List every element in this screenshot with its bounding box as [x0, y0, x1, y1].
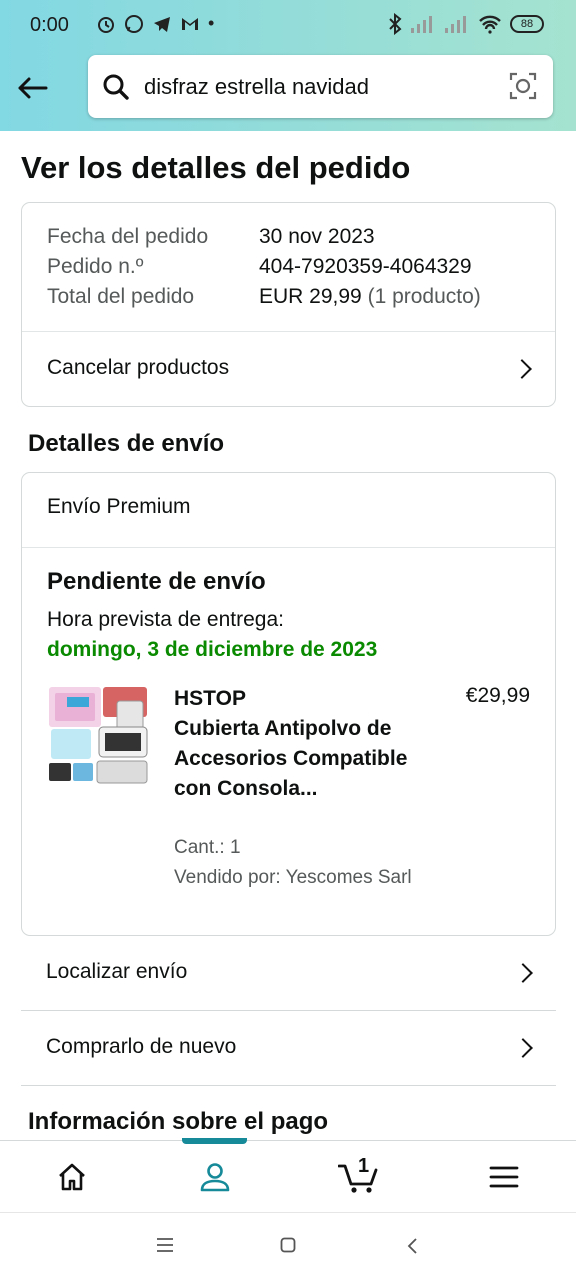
bluetooth-icon	[389, 13, 402, 35]
page-title: Ver los detalles del pedido	[21, 150, 411, 185]
product-quantity: Cant.: 1	[174, 837, 241, 858]
product-title[interactable]: HSTOP Cubierta Antipolvo de Accesorios Co…	[174, 684, 414, 804]
bottom-navigation	[0, 1138, 576, 1213]
status-time: 0:00	[30, 14, 69, 36]
alarm-icon	[98, 16, 114, 33]
wifi-icon	[479, 15, 501, 34]
cancel-products-label: Cancelar productos	[47, 356, 230, 379]
chevron-right-icon	[512, 359, 532, 379]
camera-search-icon[interactable]	[509, 72, 537, 100]
order-number-value: 404-7920359-4064329	[259, 255, 472, 278]
more-notifications-icon: •	[208, 13, 215, 33]
system-navigation-bar	[0, 1212, 576, 1280]
telegram-icon	[154, 16, 170, 32]
order-total-amount: EUR 29,99	[259, 285, 362, 308]
recent-apps-icon[interactable]	[156, 1238, 174, 1252]
payment-section-title: Información sobre el pago	[28, 1108, 329, 1135]
nav-menu[interactable]	[432, 1141, 576, 1213]
delivery-eta-label: Hora prevista de entrega:	[47, 608, 284, 631]
product-image[interactable]	[47, 683, 151, 787]
delivery-eta-date: domingo, 3 de diciembre de 2023	[47, 638, 378, 661]
order-number-label: Pedido n.º	[47, 255, 144, 278]
search-icon[interactable]	[102, 73, 130, 101]
menu-icon	[489, 1166, 519, 1188]
track-shipment-label: Localizar envío	[46, 960, 188, 983]
order-total-label: Total del pedido	[47, 285, 195, 308]
search-input[interactable]: disfraz estrella navidad	[144, 74, 369, 100]
order-total-count: (1 producto)	[367, 285, 481, 308]
chevron-right-icon	[513, 1038, 533, 1058]
status-bar: 0:00 • 88	[0, 0, 576, 52]
product-name: Cubierta Antipolvo de Accesorios Compati…	[174, 717, 408, 800]
nav-account[interactable]	[143, 1141, 287, 1213]
shipping-card: Envío Premium Pendiente de envío Hora pr…	[21, 472, 556, 936]
app-header: 0:00 • 88 disfraz estrella navidad	[0, 0, 576, 131]
shipping-section-title: Detalles de envío	[28, 430, 225, 457]
nav-home[interactable]	[0, 1141, 144, 1213]
home-button-icon[interactable]	[280, 1237, 296, 1253]
buy-again-label: Comprarlo de nuevo	[46, 1035, 237, 1058]
signal-icon-2	[445, 16, 466, 33]
track-shipment-button[interactable]: Localizar envío	[21, 936, 556, 1011]
product-seller: Vendido por: Yescomes Sarl	[174, 867, 412, 888]
product-brand: HSTOP	[174, 687, 246, 710]
order-date-label: Fecha del pedido	[47, 225, 209, 248]
back-nav-icon[interactable]	[406, 1237, 418, 1255]
divider	[22, 547, 555, 548]
notification-icons: •	[96, 13, 214, 34]
signal-icon	[411, 16, 432, 33]
order-total-value: EUR 29,99 (1 producto)	[259, 285, 481, 309]
back-button[interactable]	[14, 70, 50, 106]
product-thumbnail-icon	[47, 683, 151, 787]
cancel-products-button[interactable]: Cancelar productos	[22, 332, 555, 407]
buy-again-button[interactable]: Comprarlo de nuevo	[21, 1011, 556, 1086]
account-icon	[200, 1163, 230, 1192]
home-icon	[59, 1163, 85, 1191]
system-status-icons: 88	[388, 13, 544, 35]
back-arrow-icon	[18, 77, 48, 99]
product-price: €29,99	[465, 684, 530, 707]
order-summary-card: Fecha del pedido 30 nov 2023 Pedido n.º …	[21, 202, 556, 407]
chevron-right-icon	[513, 963, 533, 983]
search-bar[interactable]: disfraz estrella navidad	[88, 55, 553, 118]
battery-icon: 88	[510, 15, 544, 33]
order-date-value: 30 nov 2023	[259, 225, 375, 248]
whatsapp-icon	[125, 14, 143, 33]
cart-count-badge: 1	[358, 1155, 370, 1177]
gmail-icon	[182, 17, 198, 30]
shipping-status: Pendiente de envío	[47, 568, 266, 595]
shipping-type: Envío Premium	[47, 495, 191, 518]
